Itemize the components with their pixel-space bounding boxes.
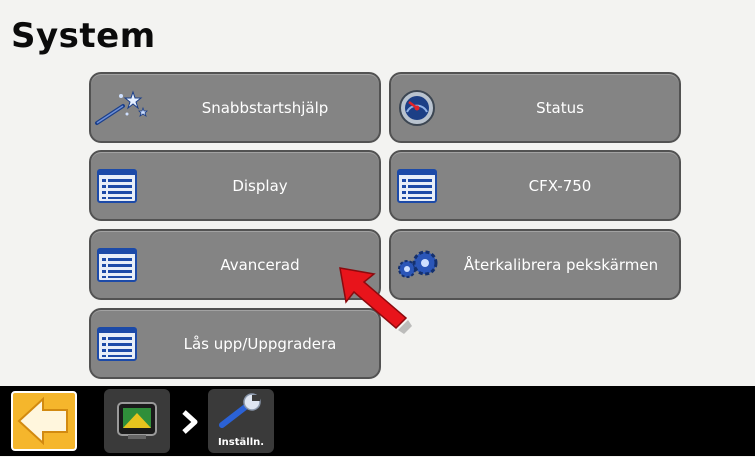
display-device-icon (117, 402, 157, 439)
cfx750-button[interactable]: CFX-750 (389, 150, 681, 221)
page-title: System (11, 16, 156, 56)
magic-wand-icon (93, 88, 149, 128)
cfx750-label: CFX-750 (528, 176, 592, 195)
wrench-icon (219, 393, 261, 428)
quickstart-button[interactable]: Snabbstartshjälp (89, 72, 381, 143)
list-document-icon (395, 166, 439, 206)
status-label: Status (536, 98, 584, 117)
display-device-button[interactable] (104, 389, 170, 453)
list-document-icon (95, 245, 139, 285)
settings-label: Inställn. (217, 437, 265, 448)
display-button[interactable]: Display (89, 150, 381, 221)
list-document-icon (95, 166, 139, 206)
settings-button[interactable]: Inställn. (208, 389, 274, 453)
quickstart-label: Snabbstartshjälp (201, 98, 329, 117)
recalibrate-button[interactable]: Återkalibrera pekskärmen (389, 229, 681, 300)
gauge-icon (395, 88, 439, 128)
annotation-arrow-icon (339, 267, 412, 334)
back-arrow-icon (17, 396, 68, 446)
recalibrate-label: Återkalibrera pekskärmen (463, 255, 659, 274)
list-document-icon (95, 324, 139, 364)
display-label: Display (232, 176, 288, 195)
chevron-right-icon (182, 410, 198, 434)
back-button[interactable] (11, 391, 77, 451)
status-button[interactable]: Status (389, 72, 681, 143)
